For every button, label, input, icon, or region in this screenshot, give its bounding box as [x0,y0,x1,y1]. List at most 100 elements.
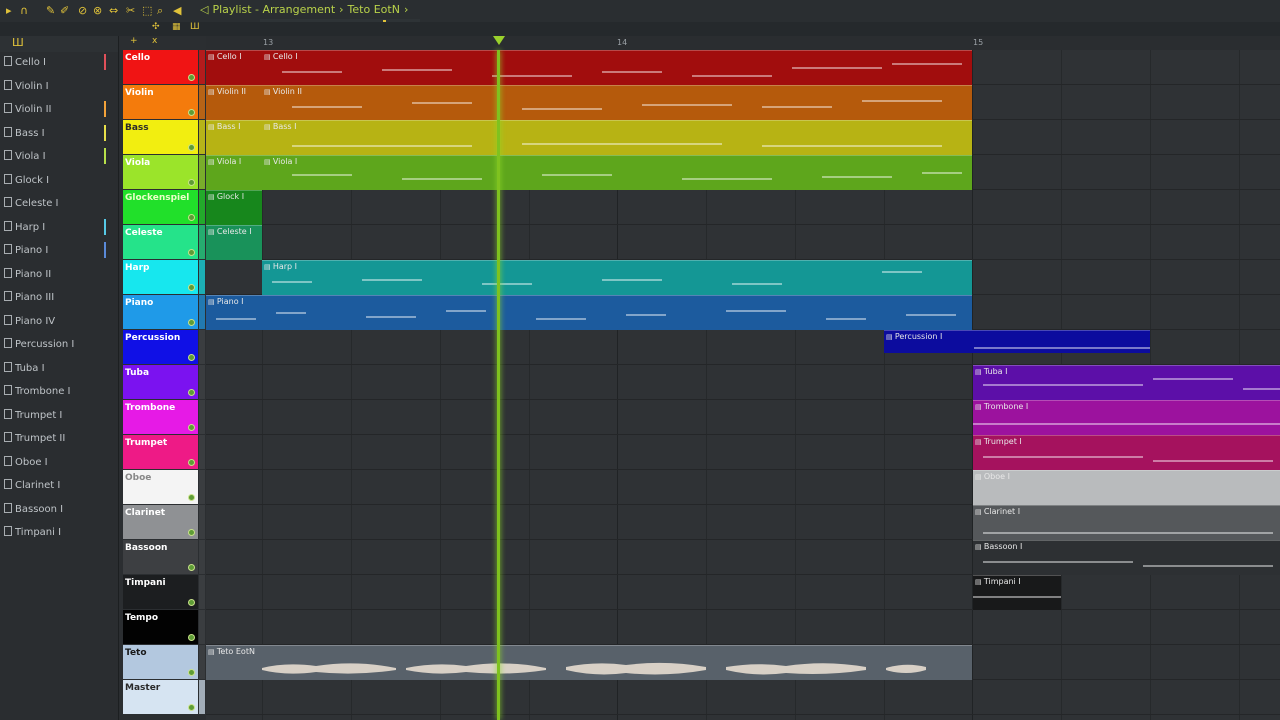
breadcrumb-playlist[interactable]: Playlist - Arrangement [212,3,335,16]
clip-clarinet[interactable]: Clarinet I [973,505,1280,540]
clip-bass-1[interactable]: Bass I [206,120,262,155]
mute-icon[interactable]: ⊗ [93,4,102,18]
playlist-grid[interactable]: Cello I Cello I Violin II Violin II Bass… [206,50,1280,720]
track-resize-strip[interactable] [199,85,205,119]
track-enable-led[interactable] [188,284,195,291]
clip-piano[interactable]: Piano I [206,295,972,330]
slip-icon[interactable]: ⇔ [109,4,118,18]
track-header[interactable]: Tempo [123,610,198,644]
clip-timpani[interactable]: Timpani I [973,575,1061,610]
track-enable-led[interactable] [188,459,195,466]
pencil-icon[interactable]: ✎ [46,4,55,18]
picker-item[interactable]: Bassoon I [4,501,112,519]
picker-item[interactable]: Violin II [4,101,112,119]
picker-item[interactable]: Trombone I [4,383,112,401]
track-header[interactable]: Violin [123,85,198,119]
arrow-icon[interactable]: ▸ [6,4,12,18]
track-enable-led[interactable] [188,74,195,81]
clip-bass-2[interactable]: Bass I [262,120,972,155]
track-resize-strip[interactable] [199,610,205,644]
track-resize-strip[interactable] [199,365,205,399]
clip-celeste[interactable]: Celeste I [206,225,262,260]
playhead-marker[interactable] [493,36,505,45]
playhead-line[interactable] [497,50,500,720]
picker-item[interactable]: Viola I [4,148,112,166]
piano-roll-icon[interactable]: ▦ [172,22,181,32]
picker-item[interactable]: Glock I [4,172,112,190]
picker-item[interactable]: Trumpet II [4,430,112,448]
timeline-ruler[interactable]: 13 14 15 [206,36,1280,51]
track-resize-strip[interactable] [199,120,205,154]
picker-item[interactable]: Piano IV [4,313,112,331]
track-enable-led[interactable] [188,319,195,326]
track-resize-strip[interactable] [199,645,205,679]
track-header[interactable]: Percussion [123,330,198,364]
slice-icon[interactable]: ✂ [126,4,135,18]
close-icon[interactable]: x [152,36,157,46]
clip-viola-2[interactable]: Viola I [262,155,972,190]
track-enable-led[interactable] [188,389,195,396]
window-arrow-icon[interactable]: ◁ [200,3,208,16]
picker-item[interactable]: Piano I [4,242,112,260]
track-resize-strip[interactable] [199,470,205,504]
track-enable-led[interactable] [188,634,195,641]
track-resize-strip[interactable] [199,540,205,574]
track-header[interactable]: Piano [123,295,198,329]
track-header[interactable]: Celeste [123,225,198,259]
track-header[interactable]: Trombone [123,400,198,434]
clip-tuba[interactable]: Tuba I [973,365,1280,400]
picker-item[interactable]: Tuba I [4,360,112,378]
track-resize-strip[interactable] [199,505,205,539]
track-header[interactable]: Viola [123,155,198,189]
clip-audio-teto[interactable]: Teto EotN [206,645,972,680]
track-enable-led[interactable] [188,564,195,571]
track-resize-strip[interactable] [199,225,205,259]
picker-item[interactable]: Clarinet I [4,477,112,495]
track-resize-strip[interactable] [199,400,205,434]
picker-item[interactable]: Percussion I [4,336,112,354]
picker-item[interactable]: Piano II [4,266,112,284]
track-enable-led[interactable] [188,249,195,256]
picker-item[interactable]: Cello I [4,54,112,72]
clip-trombone[interactable]: Trombone I [973,400,1280,435]
add-icon[interactable]: + [130,36,138,46]
track-header[interactable]: Timpani [123,575,198,609]
track-enable-led[interactable] [188,529,195,536]
clip-violin-1[interactable]: Violin II [206,85,262,120]
picker-item[interactable]: Piano III [4,289,112,307]
magnet-icon[interactable]: ∩ [20,4,28,18]
breadcrumb[interactable]: ◁ Playlist - Arrangement › Teto EotN › [200,3,412,19]
picker-item[interactable]: Violin I [4,78,112,96]
track-header[interactable]: Master [123,680,198,714]
track-header[interactable]: Glockenspiel [123,190,198,224]
track-resize-strip[interactable] [199,330,205,364]
delete-icon[interactable]: ⊘ [78,4,87,18]
track-enable-led[interactable] [188,669,195,676]
clip-cello-2[interactable]: Cello I [262,50,972,85]
clip-viola-1[interactable]: Viola I [206,155,262,190]
track-enable-led[interactable] [188,424,195,431]
track-header[interactable]: Cello [123,50,198,84]
track-header[interactable]: Harp [123,260,198,294]
track-resize-strip[interactable] [199,575,205,609]
snap-icon[interactable]: ✣ [152,22,160,32]
track-resize-strip[interactable] [199,435,205,469]
clip-harp[interactable]: Harp I [262,260,972,295]
track-resize-strip[interactable] [199,155,205,189]
track-enable-led[interactable] [188,354,195,361]
track-header[interactable]: Clarinet [123,505,198,539]
picker-pattern-icon[interactable]: Ш [12,36,24,49]
clip-glock[interactable]: Glock I [206,190,262,225]
track-enable-led[interactable] [188,179,195,186]
track-header[interactable]: Bass [123,120,198,154]
tool-icon[interactable]: Ш [190,22,200,32]
track-resize-strip[interactable] [199,295,205,329]
track-header[interactable]: Trumpet [123,435,198,469]
brush-icon[interactable]: ✐ [60,4,69,18]
picker-item[interactable]: Harp I [4,219,112,237]
picker-item[interactable]: Trumpet I [4,407,112,425]
clip-cello-1[interactable]: Cello I [206,50,262,85]
track-header[interactable]: Oboe [123,470,198,504]
track-resize-strip[interactable] [199,190,205,224]
track-resize-strip[interactable] [199,260,205,294]
